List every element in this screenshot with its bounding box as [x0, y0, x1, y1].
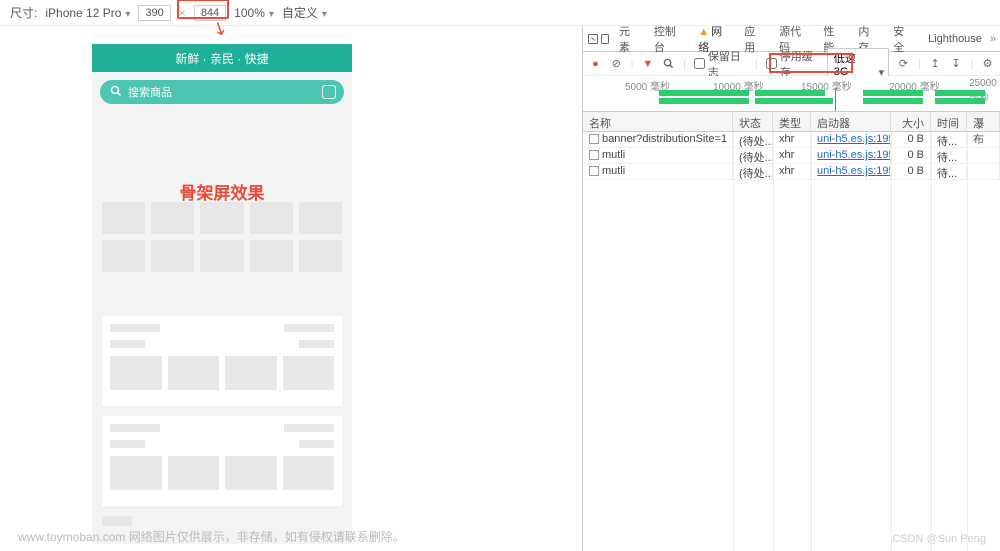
skeleton-cell — [200, 202, 243, 234]
skeleton-block — [168, 456, 220, 490]
custom-select[interactable]: 自定义 — [282, 4, 327, 21]
width-input[interactable]: 390 — [138, 5, 170, 21]
footer-attribution: CSDN @Sun Peng — [892, 533, 986, 545]
skeleton-cell — [102, 202, 145, 234]
app-header: 新鲜 · 亲民 · 快捷 — [92, 44, 352, 72]
request-row[interactable]: mutli(待处...xhruni-h5.es.js:195...0 B待... — [583, 148, 1000, 164]
timeline-cursor — [835, 88, 836, 111]
skeleton-card — [102, 316, 342, 406]
skeleton-line — [284, 324, 334, 332]
search-bar[interactable]: 搜索商品 — [100, 80, 344, 104]
skeleton-cell — [151, 202, 194, 234]
search-placeholder: 搜索商品 — [128, 84, 172, 100]
upload-icon[interactable]: ↥ — [929, 57, 942, 71]
size-label: 尺寸: — [10, 4, 37, 21]
skeleton-line — [299, 340, 334, 348]
col-size[interactable]: 大小 — [891, 112, 931, 131]
throttle-select[interactable]: 低速 3G — [827, 48, 889, 80]
clear-icon[interactable]: ⊘ — [610, 57, 623, 71]
record-icon[interactable]: ● — [589, 57, 602, 71]
search-icon — [110, 85, 122, 100]
filter-icon[interactable]: ▼ — [641, 57, 654, 71]
scan-icon[interactable] — [322, 85, 336, 99]
col-status[interactable]: 状态 — [733, 112, 773, 131]
skeleton-block — [225, 356, 277, 390]
footer-disclaimer: www.toymoban.com 网络图片仅供展示，非存储，如有侵权请联系删除。 — [18, 528, 405, 545]
timeline-bar — [659, 90, 749, 96]
dim-separator: × — [179, 6, 186, 20]
request-row[interactable]: banner?distributionSite=1(待处...xhruni-h5… — [583, 132, 1000, 148]
zoom-select[interactable]: 100% — [234, 6, 274, 20]
skeleton-grid — [102, 202, 342, 272]
skeleton-block — [168, 356, 220, 390]
skeleton-cell — [299, 240, 342, 272]
network-timeline[interactable]: 5000 毫秒 10000 毫秒 15000 毫秒 20000 毫秒 25000… — [583, 76, 1000, 112]
timeline-bar — [935, 98, 985, 104]
timeline-bar — [863, 90, 923, 96]
timeline-bar — [935, 90, 985, 96]
col-initiator[interactable]: 启动器 — [811, 112, 891, 131]
skeleton-cell — [299, 202, 342, 234]
preserve-log-checkbox[interactable]: 保留日志 — [694, 48, 747, 80]
skeleton-line — [110, 324, 160, 332]
warning-icon: ▲ — [698, 26, 709, 38]
network-toolbar: ● ⊘ | ▼ | 保留日志 | 停用缓存 低速 3G ⟳ | ↥ ↧ | ⚙ — [583, 52, 1000, 76]
skeleton-block — [110, 456, 162, 490]
col-name[interactable]: 名称 — [583, 112, 733, 131]
col-time[interactable]: 时间 — [931, 112, 967, 131]
search-icon[interactable] — [662, 57, 675, 71]
skeleton-cards — [102, 316, 342, 526]
inspect-icon[interactable] — [587, 32, 599, 46]
device-select[interactable]: iPhone 12 Pro — [45, 6, 130, 20]
timeline-bar — [659, 98, 749, 104]
skeleton-block — [283, 356, 335, 390]
skeleton-line — [102, 516, 132, 526]
skeleton-cell — [250, 202, 293, 234]
tab-lighthouse[interactable]: Lighthouse — [920, 29, 990, 49]
request-row[interactable]: mutli(待处...xhruni-h5.es.js:195...0 B待... — [583, 164, 1000, 180]
timeline-bar — [755, 90, 825, 96]
skeleton-block — [283, 456, 335, 490]
skeleton-line — [284, 424, 334, 432]
wifi-icon[interactable]: ⟳ — [897, 57, 910, 71]
skeleton-block — [110, 356, 162, 390]
skeleton-annotation: 骨架屏效果 — [92, 179, 352, 204]
devtools-panel: 元素 控制台 ▲网络 应用 源代码 性能 内存 安全 Lighthouse » … — [582, 26, 1000, 551]
download-icon[interactable]: ↧ — [950, 57, 963, 71]
disable-cache-checkbox[interactable]: 停用缓存 — [766, 48, 819, 80]
app-slogan: 新鲜 · 亲民 · 快捷 — [175, 50, 268, 67]
request-table-header: 名称 状态 类型 启动器 大小 时间 瀑布 — [583, 112, 1000, 132]
more-tabs-icon[interactable]: » — [990, 33, 996, 45]
device-frame: 新鲜 · 亲民 · 快捷 搜索商品 骨架屏效果 — [92, 44, 352, 544]
request-table-body: banner?distributionSite=1(待处...xhruni-h5… — [583, 132, 1000, 551]
col-type[interactable]: 类型 — [773, 112, 811, 131]
skeleton-cell — [200, 240, 243, 272]
skeleton-card — [102, 416, 342, 506]
skeleton-block — [225, 456, 277, 490]
skeleton-line — [299, 440, 334, 448]
settings-icon[interactable]: ⚙ — [981, 57, 994, 71]
skeleton-line — [110, 440, 145, 448]
device-preview: 新鲜 · 亲民 · 快捷 搜索商品 骨架屏效果 — [0, 26, 582, 551]
timeline-bar — [863, 98, 923, 104]
device-mode-icon[interactable] — [599, 32, 611, 46]
skeleton-cell — [250, 240, 293, 272]
skeleton-line — [110, 340, 145, 348]
col-waterfall[interactable]: 瀑布 — [967, 112, 1000, 131]
timeline-bar — [755, 98, 833, 104]
skeleton-cell — [151, 240, 194, 272]
skeleton-cell — [102, 240, 145, 272]
skeleton-line — [110, 424, 160, 432]
